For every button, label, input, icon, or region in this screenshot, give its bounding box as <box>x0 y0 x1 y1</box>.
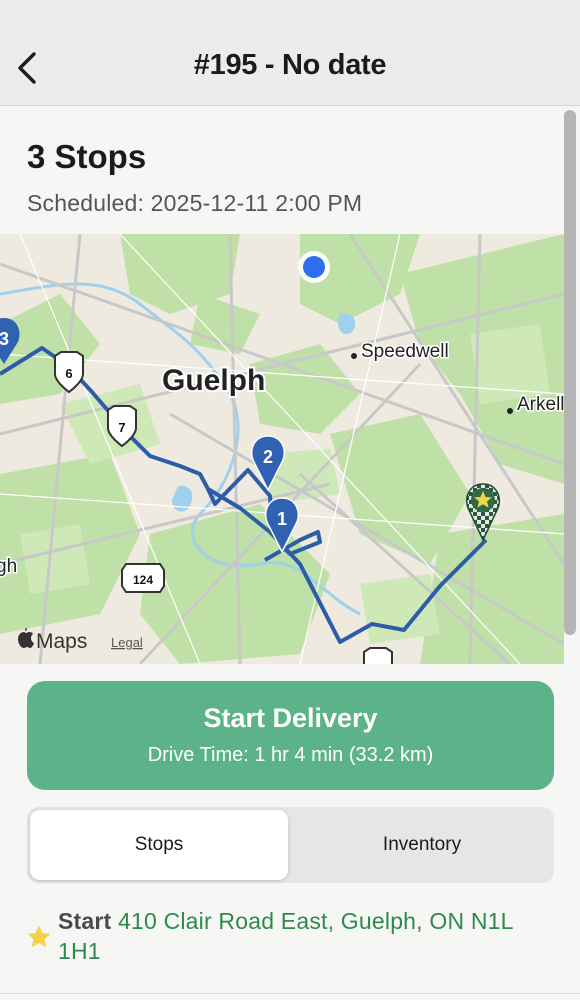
arkell-dot <box>507 408 513 414</box>
divider <box>0 993 580 994</box>
start-address-text: Start 410 Clair Road East, Guelph, ON N1… <box>58 906 558 966</box>
svg-text:2: 2 <box>263 447 273 467</box>
star-icon <box>27 925 51 948</box>
svg-text:3: 3 <box>0 329 9 349</box>
svg-text:1: 1 <box>277 509 287 529</box>
place-label-partial: gh <box>0 556 17 577</box>
drive-time-label: Drive Time: 1 hr 4 min (33.2 km) <box>147 744 434 766</box>
scrollbar[interactable] <box>564 110 576 635</box>
current-location-dot <box>298 251 330 283</box>
tab-inventory[interactable]: Inventory <box>293 810 551 880</box>
maps-attribution: Maps <box>18 628 87 653</box>
place-label-guelph: Guelph <box>162 364 265 397</box>
place-label-speedwell: Speedwell <box>361 341 449 362</box>
route-map[interactable]: 6 7 124 Guelph Speedwell Arkell gh 3 2 1… <box>0 234 564 664</box>
start-delivery-label: Start Delivery <box>203 703 378 733</box>
segmented-control: Stops Inventory <box>27 807 554 883</box>
svg-text:6: 6 <box>65 366 72 381</box>
start-address[interactable]: 410 Clair Road East, Guelph, ON N1L 1H1 <box>58 908 513 964</box>
svg-text:124: 124 <box>133 573 153 587</box>
place-label-arkell: Arkell <box>517 394 564 415</box>
highway-shield-partial <box>363 647 393 664</box>
scheduled-time: Scheduled: 2025-12-11 2:00 PM <box>27 190 363 216</box>
start-label: Start <box>58 908 112 934</box>
page-title: #195 - No date <box>193 49 387 81</box>
navigation-bar: #195 - No date <box>0 0 580 106</box>
stops-count-heading: 3 Stops <box>27 138 147 175</box>
highway-shield-124: 124 <box>121 563 165 593</box>
start-delivery-button[interactable]: Start Delivery Drive Time: 1 hr 4 min (3… <box>27 681 554 790</box>
svg-text:7: 7 <box>118 420 125 435</box>
speedwell-dot <box>351 353 357 359</box>
tab-stops[interactable]: Stops <box>30 810 288 880</box>
svg-text:Maps: Maps <box>36 630 87 653</box>
legal-link[interactable]: Legal <box>111 635 143 650</box>
